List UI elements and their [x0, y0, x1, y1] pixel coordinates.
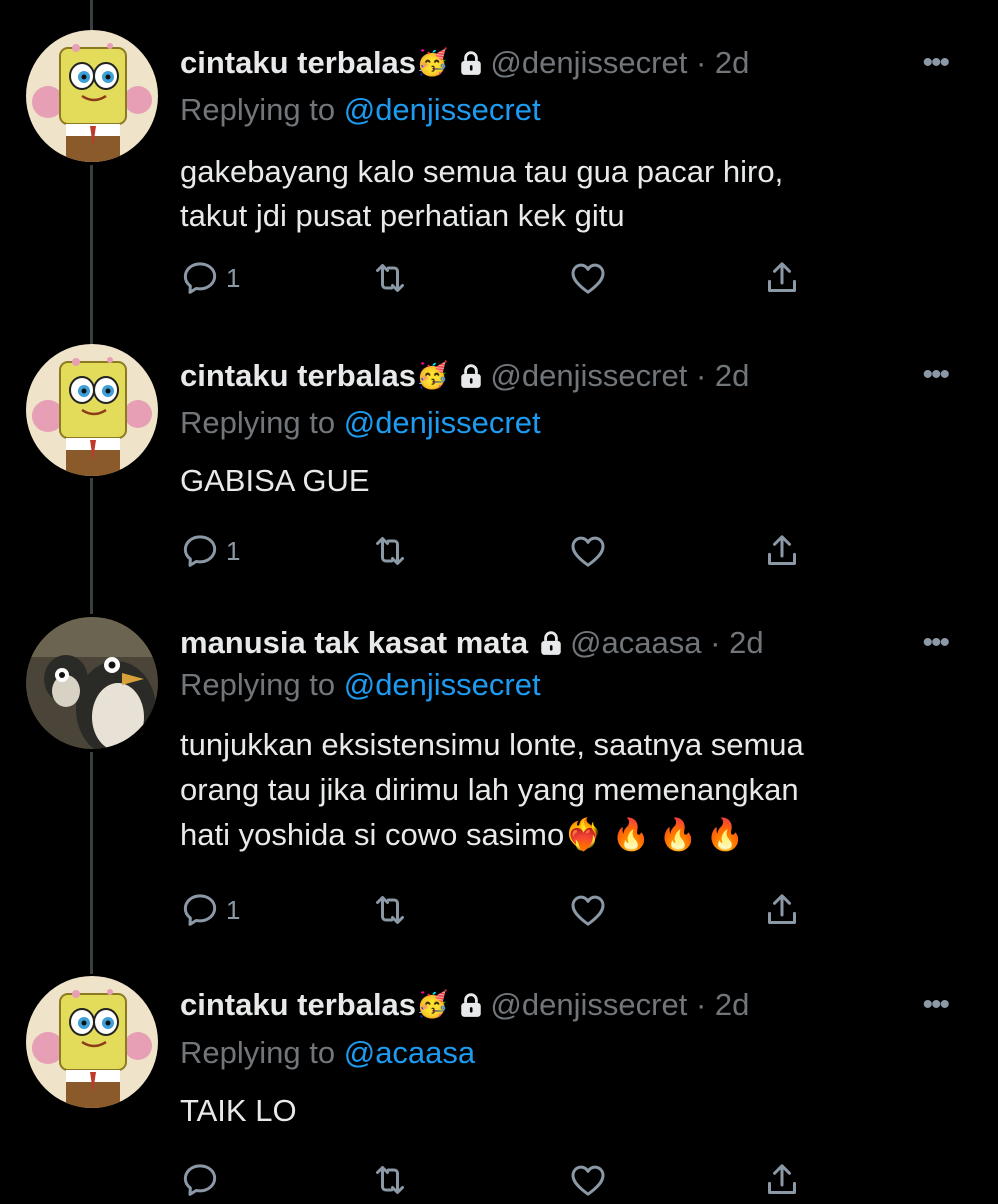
avatar[interactable] — [26, 976, 158, 1108]
retweet-icon — [370, 890, 410, 930]
share-icon — [762, 890, 802, 930]
name-emoji: 🥳 — [416, 989, 449, 1019]
tweet-actions — [180, 1160, 830, 1204]
retweet-icon — [370, 1160, 410, 1200]
mention-link[interactable]: @denjissecret — [344, 667, 541, 702]
tweet-header: cintaku terbalas🥳 @denjissecret · 2d — [180, 357, 749, 397]
share-icon — [762, 531, 802, 571]
timestamp[interactable]: 2d — [715, 358, 749, 393]
replying-prefix: Replying to — [180, 1035, 344, 1070]
reply-icon — [180, 531, 220, 571]
share-icon — [762, 1160, 802, 1200]
more-icon[interactable]: ••• — [922, 358, 949, 392]
tweet-header: cintaku terbalas🥳 @denjissecret · 2d — [180, 44, 749, 84]
mention-link[interactable]: @denjissecret — [344, 92, 541, 127]
share-button[interactable] — [762, 1160, 802, 1200]
replying-prefix: Replying to — [180, 92, 344, 127]
avatar[interactable] — [26, 30, 158, 162]
reply-button[interactable] — [180, 1160, 220, 1200]
tweet-header: manusia tak kasat mata @acaasa · 2d — [180, 625, 764, 664]
share-icon — [762, 258, 802, 298]
retweet-button[interactable] — [370, 531, 410, 571]
thread-line — [90, 0, 93, 30]
tweet-actions: 1 — [180, 531, 830, 575]
replying-to: Replying to @denjissecret — [180, 405, 541, 441]
heart-icon — [568, 1160, 608, 1200]
tweet-text-line: gakebayang kalo semua tau gua pacar hiro… — [180, 154, 784, 189]
reply-button[interactable]: 1 — [180, 531, 240, 571]
share-button[interactable] — [762, 258, 802, 298]
more-icon[interactable]: ••• — [922, 626, 949, 660]
separator-dot: · — [710, 625, 721, 660]
tweet-text-line: tunjukkan eksistensimu lonte, saatnya se… — [180, 727, 804, 762]
replying-prefix: Replying to — [180, 667, 344, 702]
tweet-text: TAIK LO — [180, 1093, 297, 1128]
reply-button[interactable]: 1 — [180, 890, 240, 930]
reply-icon — [180, 1160, 220, 1200]
separator-dot: · — [695, 358, 707, 393]
replying-to: Replying to @acaasa — [180, 1035, 475, 1071]
timestamp[interactable]: 2d — [715, 987, 749, 1022]
like-button[interactable] — [568, 1160, 608, 1200]
timestamp[interactable]: 2d — [729, 625, 763, 660]
timestamp[interactable]: 2d — [715, 45, 749, 80]
like-button[interactable] — [568, 890, 608, 930]
lock-icon — [538, 628, 564, 664]
share-button[interactable] — [762, 890, 802, 930]
lock-icon — [458, 48, 484, 84]
heart-icon — [568, 258, 608, 298]
display-name[interactable]: cintaku terbalas — [180, 358, 416, 393]
tweet-text-line: hati yoshida si cowo sasimo❤️‍🔥 🔥 🔥 🔥 — [180, 817, 745, 852]
name-emoji: 🥳 — [416, 47, 449, 77]
user-handle[interactable]: @denjissecret — [490, 45, 687, 80]
reply-count: 1 — [226, 262, 241, 293]
more-icon[interactable]: ••• — [922, 988, 949, 1022]
retweet-button[interactable] — [370, 1160, 410, 1200]
retweet-button[interactable] — [370, 890, 410, 930]
tweet-text: GABISA GUE — [180, 463, 370, 498]
heart-icon — [568, 531, 608, 571]
reply-icon — [180, 258, 220, 298]
more-icon[interactable]: ••• — [922, 46, 949, 80]
like-button[interactable] — [568, 258, 608, 298]
tweet-actions: 1 — [180, 258, 830, 302]
tweet-text: gakebayang kalo semua tau gua pacar hiro… — [180, 150, 940, 238]
separator-dot: · — [695, 987, 707, 1022]
replying-to: Replying to @denjissecret — [180, 667, 541, 703]
retweet-button[interactable] — [370, 258, 410, 298]
display-name[interactable]: cintaku terbalas — [180, 45, 416, 80]
tweet-actions: 1 — [180, 890, 830, 934]
reply-count: 1 — [226, 535, 241, 566]
user-handle[interactable]: @acaasa — [570, 625, 701, 660]
user-handle[interactable]: @denjissecret — [490, 987, 687, 1022]
name-emoji: 🥳 — [416, 360, 449, 390]
retweet-icon — [370, 531, 410, 571]
display-name[interactable]: cintaku terbalas — [180, 987, 416, 1022]
mention-link[interactable]: @denjissecret — [344, 405, 541, 440]
user-handle[interactable]: @denjissecret — [490, 358, 687, 393]
avatar[interactable] — [26, 344, 158, 476]
replying-prefix: Replying to — [180, 405, 344, 440]
separator-dot: · — [695, 45, 707, 80]
replying-to: Replying to @denjissecret — [180, 92, 541, 128]
heart-icon — [568, 890, 608, 930]
thread-line — [90, 752, 93, 974]
lock-icon — [458, 361, 484, 397]
reply-count: 1 — [226, 894, 241, 925]
retweet-icon — [370, 258, 410, 298]
thread-line — [90, 478, 93, 614]
display-name[interactable]: manusia tak kasat mata — [180, 625, 528, 660]
like-button[interactable] — [568, 531, 608, 571]
share-button[interactable] — [762, 531, 802, 571]
thread-line — [90, 165, 93, 345]
tweet-header: cintaku terbalas🥳 @denjissecret · 2d — [180, 986, 749, 1026]
tweet-text-line: takut jdi pusat perhatian kek gitu — [180, 198, 625, 233]
lock-icon — [458, 990, 484, 1026]
reply-icon — [180, 890, 220, 930]
reply-button[interactable]: 1 — [180, 258, 240, 298]
tweet-text-line: orang tau jika dirimu lah yang memenangk… — [180, 772, 799, 807]
tweet-text: tunjukkan eksistensimu lonte, saatnya se… — [180, 722, 940, 857]
mention-link[interactable]: @acaasa — [344, 1035, 475, 1070]
avatar[interactable] — [26, 617, 158, 749]
